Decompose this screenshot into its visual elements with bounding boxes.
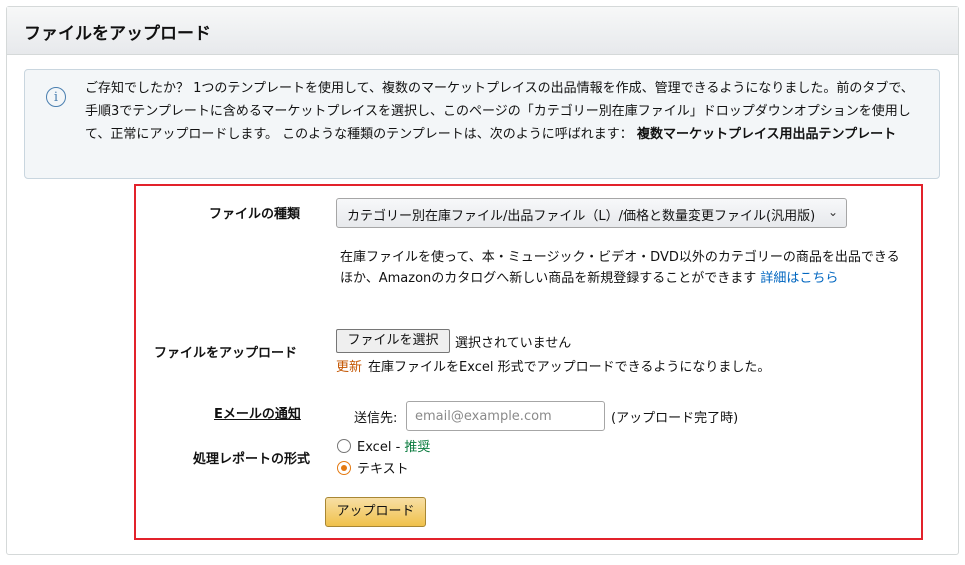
- radio-excel[interactable]: [337, 439, 351, 453]
- info-icon: i: [46, 87, 66, 107]
- file-type-label: ファイルの種類: [209, 207, 301, 222]
- info-text: ご存知でしたか？ 1つのテンプレートを使用して、複数のマーケットプレイスの出品情…: [85, 77, 925, 146]
- file-type-description: 在庫ファイルを使って、本・ミュージック・ビデオ・DVD以外のカテゴリーの商品を出…: [340, 247, 910, 289]
- update-badge: 更新: [336, 360, 363, 375]
- email-field[interactable]: [406, 401, 605, 431]
- info-template-name: 複数マーケットプレイス用出品テンプレート: [636, 127, 897, 142]
- email-notification-label[interactable]: Eメールの通知: [214, 403, 301, 422]
- radio-text[interactable]: [337, 461, 351, 475]
- file-type-selected: カテゴリー別在庫ファイル/出品ファイル（L）/価格と数量変更ファイル(汎用版): [347, 209, 816, 224]
- email-after-text: (アップロード完了時): [611, 411, 739, 426]
- upload-button[interactable]: アップロード: [325, 497, 426, 527]
- page-title: ファイルをアップロード: [24, 24, 211, 44]
- report-option-excel[interactable]: Excel - 推奨: [337, 436, 430, 455]
- text-option-label: テキスト: [357, 462, 409, 477]
- email-to-label: 送信先:: [354, 411, 398, 426]
- no-file-text: 選択されていません: [455, 336, 572, 351]
- report-option-text[interactable]: テキスト: [337, 458, 409, 477]
- update-notice: 更新 在庫ファイルをExcel 形式でアップロードできるようになりました。: [336, 356, 770, 375]
- upload-label: ファイルをアップロード: [154, 346, 298, 361]
- recommended-tag: 推奨: [404, 440, 431, 455]
- panel-header: ファイルをアップロード: [7, 7, 958, 55]
- choose-file-button[interactable]: ファイルを選択: [336, 329, 450, 353]
- chevron-down-icon: ⌄: [827, 205, 838, 219]
- report-format-label: 処理レポートの形式: [193, 452, 311, 467]
- info-box: i ご存知でしたか？ 1つのテンプレートを使用して、複数のマーケットプレイスの出…: [24, 69, 940, 179]
- file-type-select[interactable]: カテゴリー別在庫ファイル/出品ファイル（L）/価格と数量変更ファイル(汎用版) …: [336, 198, 847, 228]
- update-text: 在庫ファイルをExcel 形式でアップロードできるようになりました。: [368, 360, 771, 375]
- details-link[interactable]: 詳細はこちら: [760, 271, 838, 286]
- excel-option-label: Excel -: [357, 440, 405, 455]
